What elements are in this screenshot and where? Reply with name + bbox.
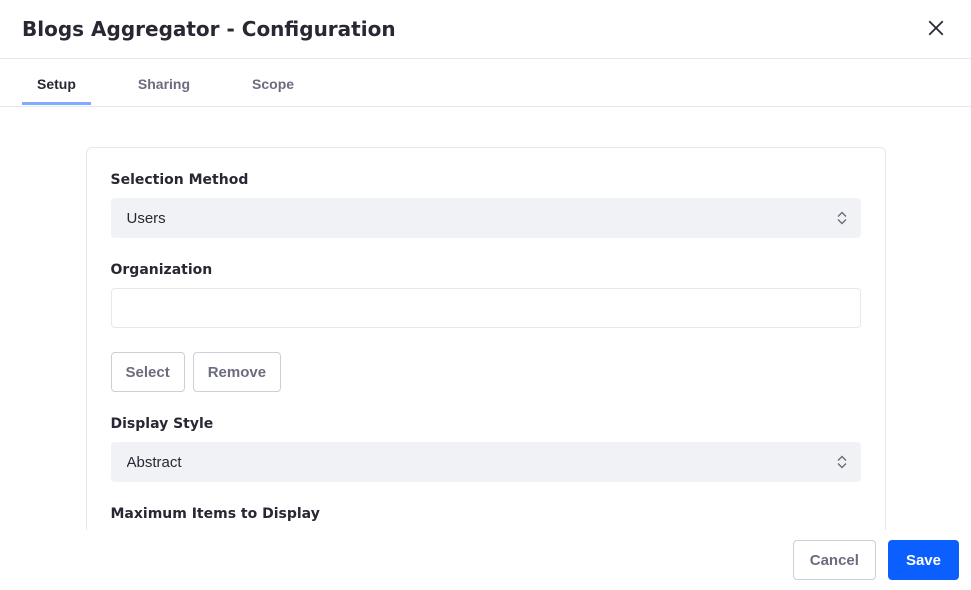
- close-icon: [927, 19, 945, 40]
- content-area: Selection Method Organization Select Rem…: [0, 107, 971, 530]
- org-button-row: Select Remove: [111, 352, 861, 392]
- display-style-label: Display Style: [111, 416, 861, 432]
- cancel-button[interactable]: Cancel: [793, 540, 876, 580]
- display-style-select-wrap: [111, 442, 861, 482]
- tab-setup[interactable]: Setup: [22, 62, 91, 104]
- remove-button[interactable]: Remove: [193, 352, 281, 392]
- selection-method-select[interactable]: [111, 198, 861, 238]
- max-items-label: Maximum Items to Display: [111, 506, 861, 522]
- tab-scope[interactable]: Scope: [237, 62, 309, 104]
- select-button[interactable]: Select: [111, 352, 185, 392]
- selection-method-select-wrap: [111, 198, 861, 238]
- field-selection-method: Selection Method: [111, 172, 861, 238]
- modal-header: Blogs Aggregator - Configuration: [0, 0, 971, 59]
- setup-panel: Selection Method Organization Select Rem…: [86, 147, 886, 530]
- save-button[interactable]: Save: [888, 540, 959, 580]
- tabs-nav: Setup Sharing Scope: [0, 59, 971, 107]
- selection-method-label: Selection Method: [111, 172, 861, 188]
- field-max-items: Maximum Items to Display: [111, 506, 861, 522]
- organization-input[interactable]: [111, 288, 861, 328]
- modal-title: Blogs Aggregator - Configuration: [22, 17, 396, 41]
- modal-footer: Cancel Save: [0, 530, 971, 590]
- close-button[interactable]: [923, 15, 949, 44]
- tab-sharing[interactable]: Sharing: [123, 62, 205, 104]
- field-display-style: Display Style: [111, 416, 861, 482]
- field-organization: Organization: [111, 262, 861, 328]
- organization-label: Organization: [111, 262, 861, 278]
- display-style-select[interactable]: [111, 442, 861, 482]
